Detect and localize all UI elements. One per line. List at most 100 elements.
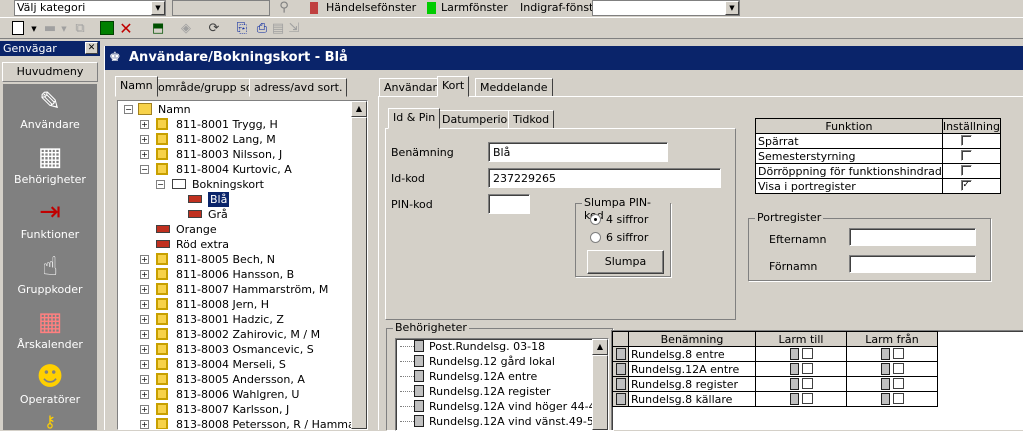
funktion-checkbox-cell[interactable]: ✓ (941, 178, 1001, 194)
scroll-thumb[interactable] (592, 355, 608, 430)
expand-icon[interactable]: + (140, 300, 149, 309)
expand-icon[interactable]: + (140, 150, 149, 159)
chevron-down-icon[interactable]: ▼ (26, 21, 42, 37)
behorighet-item[interactable]: Rundelsg.12A register (400, 384, 551, 399)
indigraf-select[interactable]: ▼ (592, 0, 740, 16)
checkbox[interactable] (801, 392, 813, 404)
checkbox[interactable] (960, 150, 972, 161)
chevron-down-icon[interactable]: ▼ (151, 1, 165, 15)
tab-namn[interactable]: Namn (115, 76, 158, 97)
expand-icon[interactable]: + (140, 255, 149, 264)
preview-icon[interactable]: ⎘ (234, 21, 250, 37)
benamning-field[interactable] (488, 142, 668, 162)
larm-button[interactable]: Larmfönster (421, 0, 508, 15)
scroll-up-icon[interactable]: ▲ (592, 339, 608, 355)
checkbox[interactable] (801, 362, 813, 374)
properties-icon[interactable]: ▤ (270, 21, 286, 37)
larm-till-cell[interactable] (755, 346, 847, 362)
binoculars-icon[interactable]: ⚲ (276, 0, 292, 16)
category-select[interactable]: Välj kategori ▼ (14, 0, 166, 16)
expand-icon[interactable]: + (140, 375, 149, 384)
delete-icon[interactable]: ✕ (118, 21, 134, 37)
tab-id-pin[interactable]: Id & Pin (388, 108, 441, 129)
checkbox[interactable] (892, 377, 904, 389)
expand-icon[interactable]: + (140, 405, 149, 414)
larm-till-cell[interactable] (755, 391, 847, 407)
scroll-thumb[interactable] (351, 117, 367, 429)
behorighet-item[interactable]: Rundelsg.12A entre (400, 369, 537, 384)
funktion-checkbox-cell[interactable] (941, 163, 1001, 179)
checkbox[interactable] (960, 135, 972, 146)
sidebar-item-operators[interactable]: ☻ Operatörer (3, 359, 97, 414)
expand-icon[interactable]: + (140, 135, 149, 144)
larm-fran-cell[interactable] (846, 391, 938, 407)
sidebar-item-permissions[interactable]: ▦ Behörigheter (3, 139, 97, 194)
behorigheter-list[interactable]: Post.Rundelsg. 03-18 Rundelsg.12 gård lok… (395, 338, 609, 431)
checkbox[interactable] (960, 165, 972, 176)
collapse-icon[interactable]: − (140, 165, 149, 174)
behorigheter-scrollbar[interactable]: ▲ (592, 339, 608, 430)
secondary-combo[interactable] (172, 0, 270, 16)
expand-icon[interactable]: + (140, 270, 149, 279)
sidebar-item-group-codes[interactable]: ☝ Gruppkoder (3, 249, 97, 304)
expand-icon[interactable]: + (140, 390, 149, 399)
checkbox[interactable] (801, 377, 813, 389)
larm-fran-cell[interactable] (846, 361, 938, 377)
copy-icon[interactable]: ⧉ (72, 21, 88, 37)
chevron-down-icon[interactable]: ▼ (725, 1, 739, 15)
checkbox[interactable] (892, 362, 904, 374)
radio-6-siffror[interactable]: 6 siffror (590, 231, 648, 244)
sidebar-item-users[interactable]: ✎ Användare (3, 84, 97, 139)
idkod-field[interactable] (488, 168, 721, 188)
expand-icon[interactable]: + (140, 345, 149, 354)
tab-adress-avd[interactable]: adress/avd sort. (249, 78, 348, 97)
handelse-button[interactable]: Händelsefönster (306, 0, 416, 15)
expand-icon[interactable]: + (140, 315, 149, 324)
larm-till-cell[interactable] (755, 376, 847, 392)
funktion-checkbox-cell[interactable] (941, 148, 1001, 164)
print-preview-icon[interactable]: ⎙ (254, 21, 270, 37)
efternamn-field[interactable] (849, 228, 976, 246)
expand-icon[interactable]: + (140, 420, 149, 429)
close-icon[interactable]: ✕ (85, 42, 98, 54)
main-menu-button[interactable]: Huvudmeny (2, 62, 98, 82)
scroll-up-icon[interactable]: ▲ (351, 101, 367, 117)
expand-icon[interactable]: + (140, 120, 149, 129)
checkbox[interactable] (892, 392, 904, 404)
behorighet-item[interactable]: Post.Rundelsg. 03-18 (400, 339, 545, 354)
tab-kort[interactable]: Kort (437, 76, 470, 97)
expand-icon[interactable]: + (140, 360, 149, 369)
tree-scrollbar[interactable]: ▲ (351, 101, 367, 429)
checkbox[interactable] (801, 347, 813, 359)
tab-datumperiod[interactable]: Datumperiod (437, 110, 520, 129)
pinkod-field[interactable] (488, 194, 530, 214)
refresh-icon[interactable]: ⟳ (206, 21, 222, 37)
larm-fran-cell[interactable] (846, 346, 938, 362)
tab-meddelande[interactable]: Meddelande (475, 78, 553, 97)
collapse-icon[interactable]: − (124, 105, 133, 114)
radio-4-siffror[interactable]: 4 siffror (590, 213, 648, 226)
larm-fran-cell[interactable] (846, 376, 938, 392)
indigraf-button[interactable]: Indigraf-fönster (504, 0, 605, 15)
save-icon[interactable] (100, 21, 114, 35)
tab-tidkod[interactable]: Tidkod (508, 110, 555, 129)
checkbox[interactable]: ✓ (960, 180, 972, 191)
new-document-icon[interactable] (12, 21, 24, 35)
user-tree[interactable]: − Namn +811-8001 Trygg, H +811-8002 Lang, M… (117, 100, 368, 430)
slumpa-button[interactable]: Slumpa (587, 250, 664, 274)
import-icon[interactable]: ⬒ (150, 21, 166, 37)
chevron-down-icon[interactable]: ▼ (56, 21, 72, 37)
sidebar-item-calendar[interactable]: ▦ Årskalender (3, 304, 97, 359)
behorighet-item[interactable]: Rundelsg.12 gård lokal (400, 354, 555, 369)
behorighet-item[interactable]: Rundelsg.12A vind höger 44-48 (400, 399, 603, 414)
fornamn-field[interactable] (849, 255, 976, 273)
expand-icon[interactable]: + (140, 285, 149, 294)
checkbox[interactable] (892, 347, 904, 359)
collapse-icon[interactable]: − (156, 180, 165, 189)
behorighet-item[interactable]: Rundelsg.12A vind vänst.49-52 (400, 414, 601, 429)
expand-icon[interactable]: + (140, 330, 149, 339)
larm-till-cell[interactable] (755, 361, 847, 377)
export-icon[interactable]: ⇲ (286, 21, 302, 37)
sidebar-item-key[interactable]: ⚷ (3, 414, 97, 430)
tag-icon[interactable]: ◈ (178, 21, 194, 37)
